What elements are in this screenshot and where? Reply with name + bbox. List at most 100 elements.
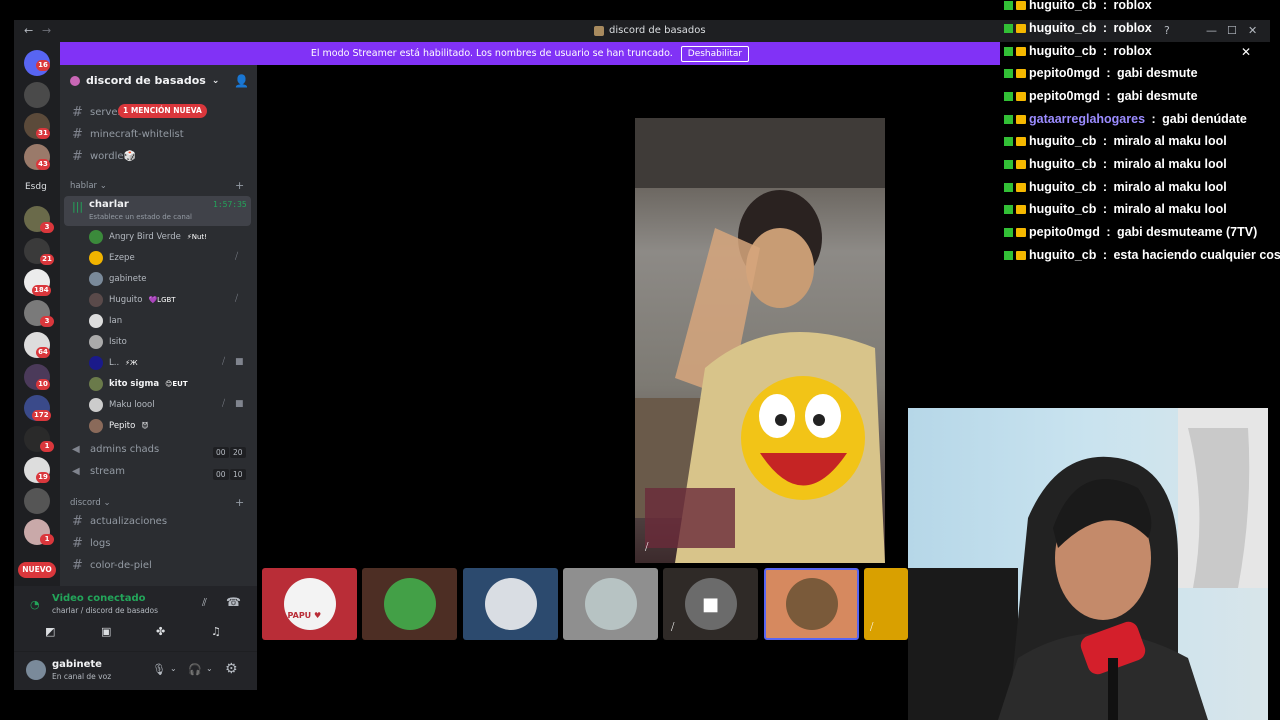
voice-connection-panel: ◔ Video conectado charlar / discord de b… xyxy=(14,586,257,651)
activities-icon[interactable]: ✤ xyxy=(156,625,165,638)
participant-tile[interactable] xyxy=(362,568,457,640)
voice-user-name: Huguito xyxy=(109,295,143,305)
avatar-caption: PAPU ♥ xyxy=(287,611,322,620)
badge-icon xyxy=(1004,23,1013,33)
participant-tile[interactable] xyxy=(563,568,658,640)
badge-icon xyxy=(1004,68,1013,78)
participant-tile[interactable]: PAPU ♥ xyxy=(262,568,357,640)
avatar[interactable] xyxy=(26,660,46,680)
channel-name: color-de-piel xyxy=(90,560,152,571)
guild-badge: 43 xyxy=(36,159,50,170)
voice-user[interactable]: Maku loool xyxy=(89,398,155,412)
chat-message: gabi desmute xyxy=(1116,89,1198,103)
server-header[interactable]: discord de basados ⌄ xyxy=(70,74,219,87)
camera-icon: ■ xyxy=(684,578,737,630)
channel-logs[interactable]: # logs xyxy=(72,536,110,551)
chat-user: huguito_cb xyxy=(1029,44,1097,58)
noise-suppression-icon[interactable]: ⫽ xyxy=(202,596,207,610)
participant-tile[interactable]: ■ ⧸ xyxy=(663,568,758,640)
chat-message: roblox xyxy=(1113,0,1152,12)
voice-user-tag: ⚡Ж xyxy=(125,359,138,367)
voice-user[interactable]: Huguito 💜LGBT xyxy=(89,293,176,307)
avatar xyxy=(89,377,103,391)
avatar xyxy=(785,578,838,630)
disconnect-icon[interactable]: ☎ xyxy=(226,595,241,609)
channel-name: logs xyxy=(90,538,111,549)
username[interactable]: gabinete xyxy=(52,659,102,670)
focused-video[interactable]: ⧸ xyxy=(635,118,885,563)
guild-badge: 184 xyxy=(32,285,51,296)
voice-channel-admins-chads[interactable]: ◀ admins chads xyxy=(72,444,159,455)
avatar xyxy=(484,578,537,630)
participant-tile[interactable] xyxy=(463,568,558,640)
channel-name: minecraft-whitelist xyxy=(90,129,184,140)
add-channel-icon[interactable]: + xyxy=(235,496,244,509)
voice-user[interactable]: Ian xyxy=(89,314,122,328)
chevron-down-icon[interactable]: ⌄ xyxy=(170,664,177,673)
avatar xyxy=(89,230,103,244)
guild-icon[interactable] xyxy=(24,82,50,108)
crown-icon xyxy=(1016,46,1026,56)
user-count-pill: 00 xyxy=(213,447,229,458)
chat-user: pepito0mgd xyxy=(1029,89,1100,103)
hash-icon: # xyxy=(72,514,83,529)
voice-user[interactable]: L.. ⚡Ж xyxy=(89,356,138,370)
chevron-down-icon[interactable]: ⌄ xyxy=(206,664,213,673)
chat-line: gataarreglahogares : gabi denúdate xyxy=(1004,112,1247,126)
soundboard-icon[interactable]: ♫ xyxy=(211,625,221,638)
signal-icon[interactable]: ◔ xyxy=(30,598,40,611)
chat-user: huguito_cb xyxy=(1029,21,1097,35)
headphones-icon[interactable]: 🎧 xyxy=(188,663,202,676)
chat-user: huguito_cb xyxy=(1029,134,1097,148)
new-servers-pill[interactable]: NUEVO xyxy=(18,562,56,578)
disable-streamer-button[interactable]: Deshabilitar xyxy=(680,45,750,62)
server-name: discord de basados xyxy=(86,74,206,87)
voice-user[interactable]: Isito xyxy=(89,335,127,349)
add-channel-icon[interactable]: + xyxy=(235,179,244,192)
back-arrow-icon[interactable]: ← xyxy=(24,24,33,37)
channel-server[interactable]: # server xyxy=(72,105,122,120)
category-label: hablar xyxy=(70,181,98,191)
guild-icon[interactable] xyxy=(24,488,50,514)
crown-icon xyxy=(1016,136,1026,146)
crown-icon xyxy=(1016,114,1026,124)
voice-channel-stream[interactable]: ◀ stream xyxy=(72,466,125,477)
category-discord[interactable]: discord ⌄ xyxy=(70,498,111,508)
guild-badge: 19 xyxy=(36,472,50,483)
invite-people-icon[interactable]: 👤 xyxy=(234,74,249,88)
camera-off-icon[interactable]: ◩ xyxy=(45,625,55,638)
muted-icon: ⧸ xyxy=(870,622,874,633)
gear-icon[interactable]: ⚙ xyxy=(225,661,238,677)
guild-folder-label[interactable]: Esdg xyxy=(25,182,47,192)
channel-actualizaciones[interactable]: # actualizaciones xyxy=(72,514,167,529)
chat-line: huguito_cb : roblox xyxy=(1004,0,1152,12)
category-hablar[interactable]: hablar ⌄ xyxy=(70,181,107,191)
guild-badge: 21 xyxy=(40,254,54,265)
voice-user[interactable]: gabinete xyxy=(89,272,147,286)
chat-message: miralo al maku lool xyxy=(1113,134,1227,148)
screen-share-icon[interactable]: ▣ xyxy=(101,625,111,638)
voice-user[interactable]: Pepito 😈 xyxy=(89,419,149,433)
guild-badge: 172 xyxy=(32,410,51,421)
guild-badge: 10 xyxy=(36,379,50,390)
forward-arrow-icon[interactable]: → xyxy=(42,24,51,37)
voice-status[interactable]: Video conectado xyxy=(52,593,145,604)
avatar xyxy=(89,293,103,307)
voice-user[interactable]: kito sigma 😊EUT xyxy=(89,377,188,391)
channel-wordle[interactable]: # wordle🎲 xyxy=(72,149,136,164)
streamer-banner-text: El modo Streamer está habilitado. Los no… xyxy=(310,48,673,59)
participant-tile[interactable]: ⧸ xyxy=(864,568,908,640)
channel-name: wordle🎲 xyxy=(90,151,136,162)
new-mention-badge[interactable]: 1 MENCIÓN NUEVA xyxy=(118,104,207,118)
voice-user[interactable]: Ezepe xyxy=(89,251,135,265)
participant-tile-selected[interactable] xyxy=(764,568,859,640)
chat-message: gabi desmute xyxy=(1116,66,1198,80)
microphone-icon[interactable]: 🎙 xyxy=(152,663,166,676)
voice-location[interactable]: charlar / discord de basados xyxy=(52,606,158,615)
user-panel: gabinete En canal de voz 🎙 ⌄ 🎧 ⌄ ⚙ xyxy=(14,651,257,690)
channel-minecraft-whitelist[interactable]: # minecraft-whitelist xyxy=(72,127,184,142)
channel-color-de-piel[interactable]: # color-de-piel xyxy=(72,558,152,573)
guild-badge: 3 xyxy=(40,316,54,327)
voice-user[interactable]: Angry Bird Verde ⚡Nut! xyxy=(89,230,207,244)
badge-icon xyxy=(1004,0,1013,10)
